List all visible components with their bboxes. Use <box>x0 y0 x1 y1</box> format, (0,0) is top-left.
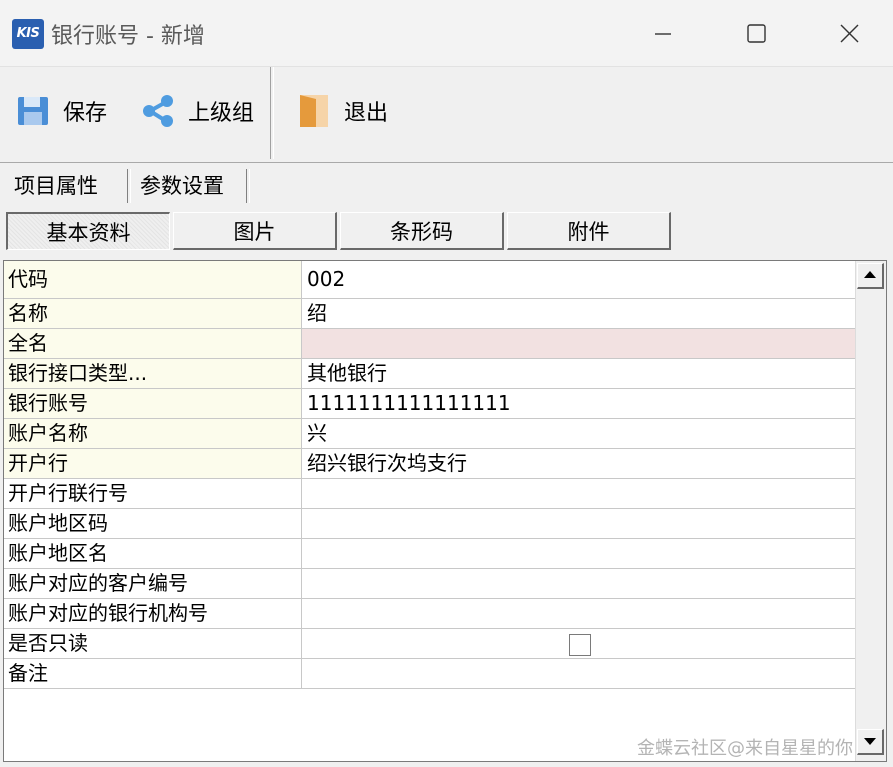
exit-label: 退出 <box>344 101 389 126</box>
scroll-up-button[interactable] <box>857 263 884 289</box>
toolbar-separator <box>270 67 274 159</box>
share-nodes-icon <box>140 93 180 129</box>
property-row: 账户对应的客户编号 <box>4 568 855 599</box>
property-value[interactable]: 其他银行 <box>301 358 855 389</box>
tab-strip: 项目属性 参数设置 <box>0 163 893 205</box>
property-row: 是否只读 <box>4 628 855 659</box>
property-grid: 代码 002 名称绍全名 银行接口类型... 其他银行 银行账号 1111111111111… <box>3 260 887 762</box>
property-label: 账户地区码 <box>4 508 302 539</box>
parent-group-label: 上级组 <box>188 101 255 126</box>
readonly-checkbox[interactable] <box>569 633 591 656</box>
watermark: 金蝶云社区@来自星星的你 <box>637 738 853 759</box>
arrow-down-icon <box>864 738 876 745</box>
app-logo: KIS <box>12 19 44 49</box>
property-label: 账户名称 <box>4 418 302 449</box>
property-label: 备注 <box>4 658 302 689</box>
property-value[interactable] <box>301 478 855 509</box>
property-value-checkbox-cell[interactable] <box>301 628 855 659</box>
property-value[interactable] <box>301 658 855 689</box>
property-label: 账户对应的银行机构号 <box>4 598 302 629</box>
toolbar: 保存 上级组 退出 <box>0 67 893 163</box>
property-row: 账户对应的银行机构号 <box>4 598 855 629</box>
property-value[interactable]: 1111111111111111 <box>301 388 855 419</box>
property-row: 全名 <box>4 328 855 359</box>
subtab-image[interactable]: 图片 <box>173 212 337 250</box>
property-value[interactable] <box>301 328 855 359</box>
property-value[interactable] <box>301 508 855 539</box>
tab-separator <box>127 169 131 203</box>
maximize-icon <box>747 24 766 43</box>
property-row: 名称绍 <box>4 298 855 329</box>
floppy-disk-icon <box>15 93 55 129</box>
property-value[interactable] <box>301 598 855 629</box>
maximize-button[interactable] <box>733 14 779 54</box>
property-table: 代码 002 名称绍全名 银行接口类型... 其他银行 银行账号 1111111111111… <box>4 261 855 689</box>
property-row: 开户行联行号 <box>4 478 855 509</box>
tab-separator <box>246 169 250 203</box>
property-label: 银行账号 <box>4 388 302 419</box>
title-bar: KIS 银行账号 - 新增 <box>0 0 893 67</box>
property-label: 账户地区名 <box>4 538 302 569</box>
tab-parameter-settings[interactable]: 参数设置 <box>134 169 230 203</box>
parent-group-button[interactable]: 上级组 <box>140 91 254 131</box>
property-row: 账户地区名 <box>4 538 855 569</box>
property-value[interactable] <box>301 568 855 599</box>
property-label: 开户行 <box>4 448 302 479</box>
property-label: 账户对应的客户编号 <box>4 568 302 599</box>
window-title: 银行账号 - 新增 <box>51 24 205 49</box>
property-value[interactable]: 兴 <box>301 418 855 449</box>
subtab-barcode[interactable]: 条形码 <box>340 212 504 250</box>
property-row: 代码 002 <box>4 261 855 299</box>
property-row: 银行账号 1111111111111111 <box>4 388 855 419</box>
close-button[interactable] <box>826 14 872 54</box>
property-row: 银行接口类型... 其他银行 <box>4 358 855 389</box>
property-label: 开户行联行号 <box>4 478 302 509</box>
property-value[interactable]: 绍兴银行次坞支行 <box>301 448 855 479</box>
property-label: 名称 <box>4 298 302 329</box>
property-label: 是否只读 <box>4 628 302 659</box>
exit-button[interactable]: 退出 <box>296 91 388 131</box>
exit-door-icon <box>296 93 336 129</box>
property-row: 备注 <box>4 658 855 689</box>
property-value[interactable]: 绍 <box>301 298 855 329</box>
tab-item-properties[interactable]: 项目属性 <box>8 169 104 203</box>
property-row: 账户名称兴 <box>4 418 855 449</box>
subtab-attachment[interactable]: 附件 <box>507 212 671 250</box>
property-value[interactable]: 002 <box>301 261 855 299</box>
close-icon <box>840 24 859 43</box>
save-button[interactable]: 保存 <box>15 91 107 131</box>
property-value[interactable] <box>301 538 855 569</box>
arrow-up-icon <box>864 271 876 278</box>
subtab-basic-info[interactable]: 基本资料 <box>6 212 170 250</box>
minimize-icon <box>655 33 671 35</box>
property-row: 开户行 绍兴银行次坞支行 <box>4 448 855 479</box>
property-label: 代码 <box>4 261 302 299</box>
property-row: 账户地区码 <box>4 508 855 539</box>
property-label: 全名 <box>4 328 302 359</box>
minimize-button[interactable] <box>640 14 686 54</box>
property-label: 银行接口类型... <box>4 358 302 389</box>
scroll-down-button[interactable] <box>857 729 884 755</box>
save-label: 保存 <box>63 101 108 126</box>
vertical-scrollbar[interactable] <box>855 261 886 761</box>
